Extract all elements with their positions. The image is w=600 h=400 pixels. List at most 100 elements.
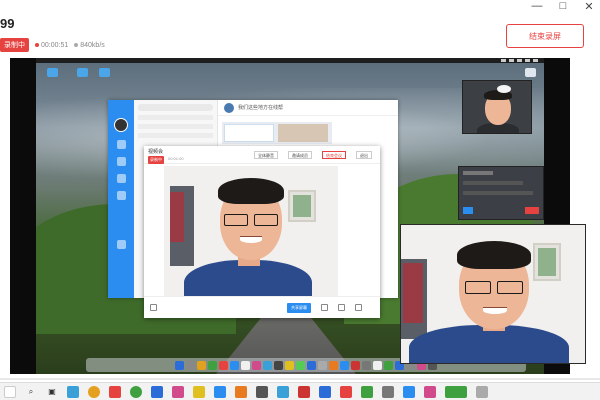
app-icon[interactable] — [214, 385, 226, 398]
app-icon[interactable] — [172, 385, 184, 398]
dock-app-icon[interactable] — [351, 360, 360, 370]
search-icon[interactable]: ⌕ — [25, 386, 37, 398]
participants-icon[interactable] — [338, 304, 345, 311]
desktop-file-icon[interactable] — [520, 68, 540, 79]
app-icon[interactable] — [340, 385, 352, 398]
dock-app-icon[interactable] — [230, 360, 239, 370]
chat-header: 我们这些地方在线帮 — [218, 100, 398, 116]
chrome-icon[interactable] — [88, 385, 100, 398]
dock-app-icon[interactable] — [384, 360, 393, 370]
app-icon[interactable] — [109, 385, 121, 398]
app-icon[interactable] — [403, 385, 415, 398]
dock-app-icon[interactable] — [175, 360, 184, 370]
elapsed-value: 00:00:51 — [41, 41, 69, 49]
divider — [0, 378, 600, 380]
meeting-toolbar: 视频会 录制中 00:01:00 全体静音 邀请成员 结束会议 退出 — [144, 146, 380, 164]
list-item[interactable] — [138, 133, 213, 138]
avatar[interactable] — [114, 118, 128, 132]
windows-taskbar: ⌕ ▣ — [0, 382, 600, 400]
panel-row — [463, 191, 533, 195]
window-controls: — □ ✕ — [532, 0, 594, 13]
app-icon[interactable] — [277, 385, 289, 398]
main-video — [164, 166, 338, 296]
screen-capture: 我们这些地方在线帮 视频会 录制中 00:01:00 全体静音 邀请成员 结束会… — [10, 58, 586, 374]
panel-confirm-button[interactable] — [463, 207, 473, 214]
app-icon[interactable] — [235, 385, 247, 398]
dock-app-icon[interactable] — [340, 360, 349, 370]
dock-app-icon[interactable] — [263, 360, 272, 370]
dock-app-icon[interactable] — [219, 360, 228, 370]
app-icon[interactable] — [424, 385, 436, 398]
chat-icon[interactable] — [355, 304, 362, 311]
recording-status: 录制中 00:00:51 840kb/s — [0, 38, 105, 52]
self-view-video — [462, 80, 532, 134]
mute-all-button[interactable]: 全体静音 — [254, 151, 278, 159]
chat-title: 我们这些地方在线帮 — [238, 105, 284, 111]
minimize-icon[interactable]: — — [532, 0, 543, 12]
contacts-icon[interactable] — [116, 157, 126, 166]
doc-icon[interactable] — [116, 191, 126, 200]
message-icon[interactable] — [116, 140, 126, 149]
desktop-folder-icon[interactable] — [42, 68, 62, 79]
maximize-icon[interactable]: □ — [558, 0, 568, 12]
invite-button[interactable]: 邀请成员 — [288, 151, 312, 159]
dock-app-icon[interactable] — [373, 360, 382, 370]
audio-options-panel — [458, 166, 544, 220]
bitrate: 840kb/s — [74, 42, 105, 49]
dock-app-icon[interactable] — [197, 360, 206, 370]
app-icon[interactable] — [298, 385, 310, 398]
desktop-folder-icon[interactable] — [72, 68, 92, 79]
search-input[interactable] — [138, 104, 213, 111]
bitrate-value: 840kb/s — [80, 41, 105, 49]
folder-icon[interactable] — [193, 385, 205, 398]
dock-app-icon[interactable] — [329, 360, 338, 370]
app-icon[interactable] — [445, 385, 467, 398]
dock-app-icon[interactable] — [241, 360, 250, 370]
app-icon[interactable] — [361, 385, 373, 398]
close-icon[interactable]: ✕ — [584, 1, 594, 13]
list-item[interactable] — [138, 124, 213, 129]
shared-image[interactable] — [222, 122, 332, 144]
remote-participant-video — [400, 224, 586, 364]
leave-button[interactable]: 退出 — [356, 151, 372, 159]
desktop-folder-icon[interactable] — [94, 68, 114, 79]
dock-app-icon[interactable] — [285, 360, 294, 370]
meeting-time: 00:01:00 — [168, 156, 184, 161]
dock-app-icon[interactable] — [318, 360, 327, 370]
mac-menubar — [36, 58, 544, 63]
chat-sidebar — [108, 100, 134, 298]
settings-icon[interactable] — [116, 240, 126, 249]
meeting-bottom-bar: 共享屏幕 — [144, 296, 380, 318]
panel-cancel-button[interactable] — [525, 207, 539, 214]
panel-row — [463, 181, 523, 185]
end-meeting-button[interactable]: 结束会议 — [322, 151, 346, 159]
dock-app-icon[interactable] — [186, 360, 195, 370]
app-icon[interactable] — [256, 385, 268, 398]
meeting-title: 视频会 — [148, 149, 164, 155]
app-icon[interactable] — [382, 385, 394, 398]
dock-app-icon[interactable] — [307, 360, 316, 370]
task-view-icon[interactable]: ▣ — [46, 386, 58, 398]
meeting-recording-badge: 录制中 — [148, 156, 164, 164]
recording-app: — □ ✕ 99 录制中 00:00:51 840kb/s 结束录屏 我们这些地… — [0, 0, 600, 400]
calendar-icon[interactable] — [116, 174, 126, 183]
browser-icon[interactable] — [67, 385, 79, 398]
recording-badge: 录制中 — [0, 38, 29, 52]
dock-app-icon[interactable] — [274, 360, 283, 370]
dock-app-icon[interactable] — [252, 360, 261, 370]
screen-share-icon[interactable] — [150, 304, 157, 311]
stop-recording-button[interactable]: 结束录屏 — [506, 24, 584, 48]
video-icon[interactable] — [321, 304, 328, 311]
dock-app-icon[interactable] — [208, 360, 217, 370]
share-screen-button[interactable]: 共享屏幕 — [287, 302, 311, 313]
start-icon[interactable] — [4, 385, 16, 398]
chrome-icon[interactable] — [130, 385, 142, 398]
elapsed-time: 00:00:51 — [35, 42, 68, 49]
dock-app-icon[interactable] — [296, 360, 305, 370]
avatar — [224, 102, 234, 113]
dock-app-icon[interactable] — [362, 360, 371, 370]
app-icon[interactable] — [151, 385, 163, 398]
app-icon[interactable] — [476, 385, 488, 398]
app-icon[interactable] — [319, 385, 331, 398]
list-item[interactable] — [138, 115, 213, 120]
